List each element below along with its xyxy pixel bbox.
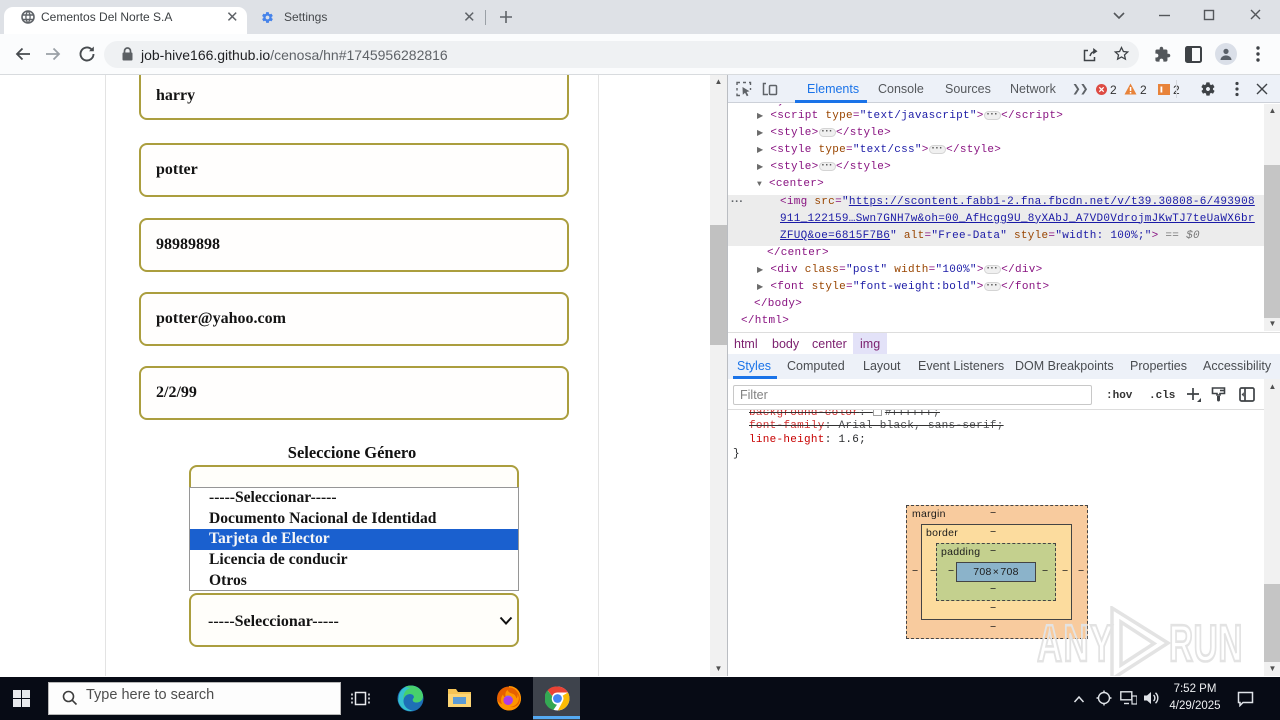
svg-text:ANY: ANY	[1037, 615, 1115, 673]
svg-text:RUN: RUN	[1169, 615, 1243, 673]
